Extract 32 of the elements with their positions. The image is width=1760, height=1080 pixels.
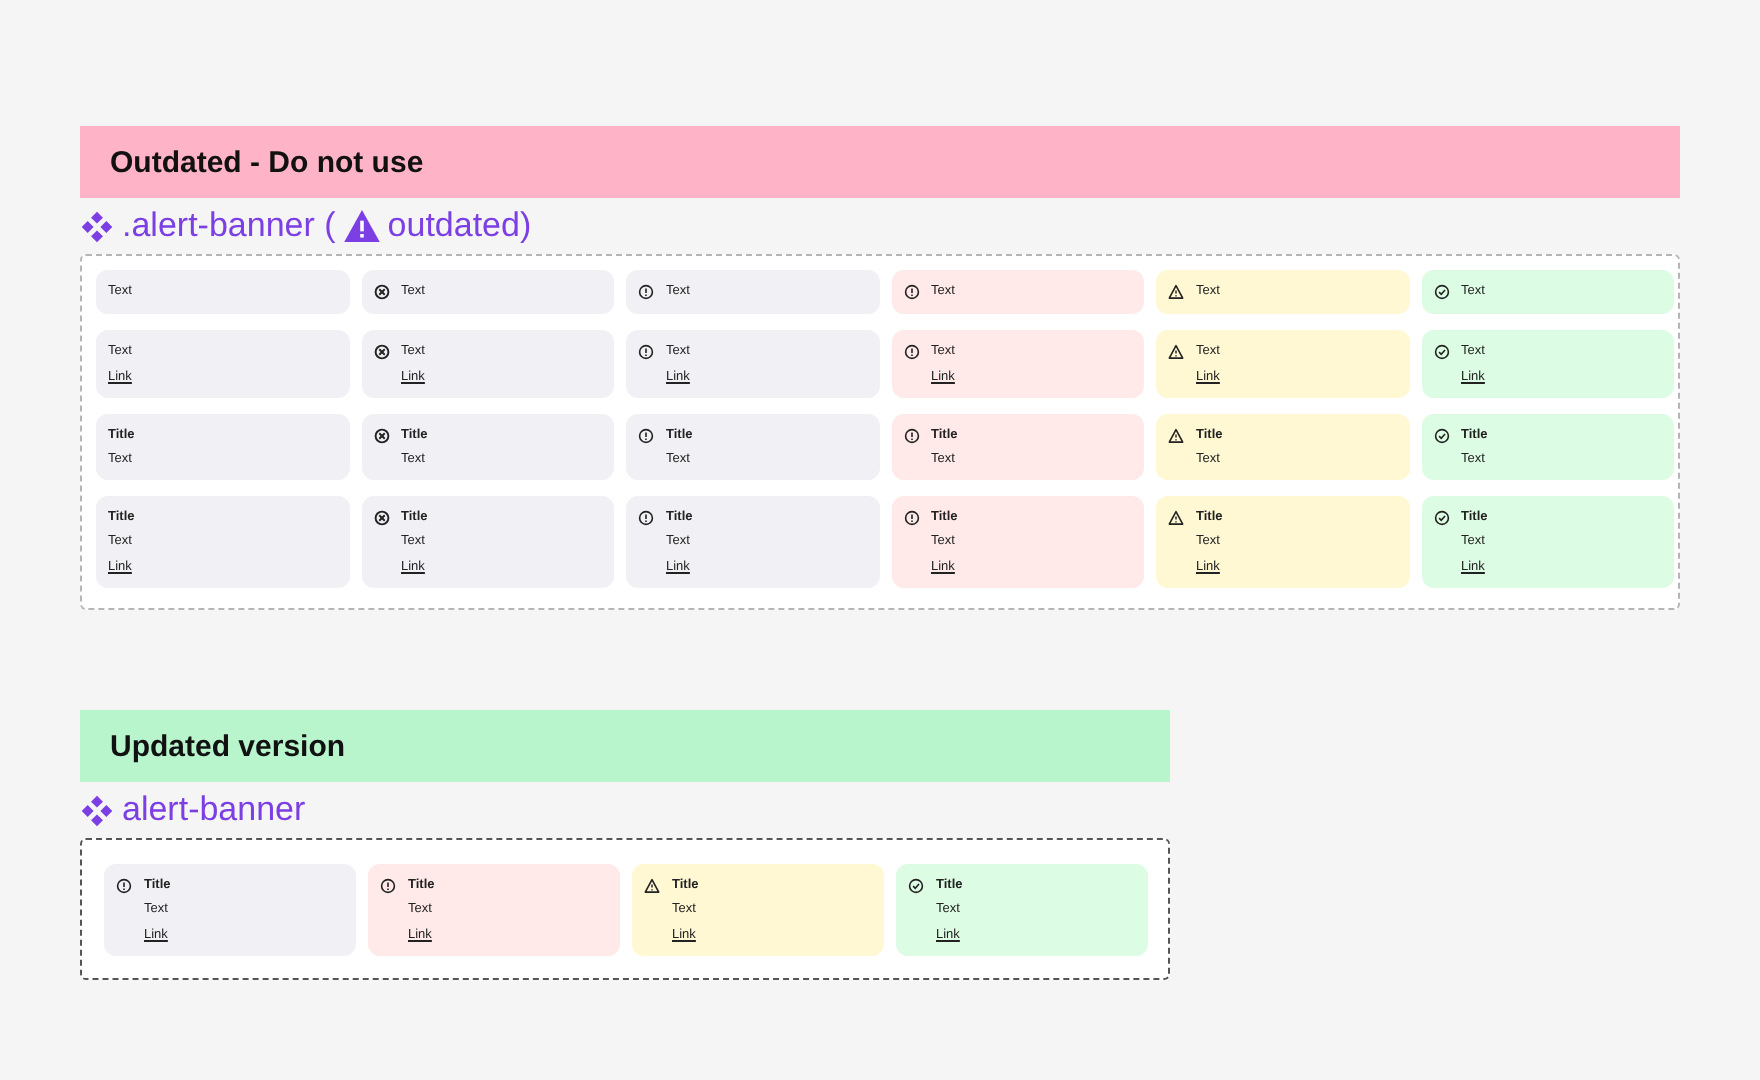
info-icon <box>638 428 654 444</box>
info-icon <box>903 284 919 300</box>
component-icon <box>80 793 114 827</box>
check-circle-icon <box>1433 344 1449 360</box>
close-circle-icon <box>373 344 389 360</box>
warning-icon <box>1168 428 1184 444</box>
component-status: outdated) <box>387 206 532 246</box>
warning-icon <box>1168 344 1184 360</box>
component-name: .alert-banner ( <box>122 206 336 246</box>
section-heading: Outdated - Do not use <box>80 126 1680 198</box>
info-icon <box>638 284 654 300</box>
warning-icon <box>644 878 660 894</box>
check-circle-icon <box>1433 428 1449 444</box>
section-heading: Updated version <box>80 710 1170 782</box>
info-icon <box>903 510 919 526</box>
warning-icon <box>1168 284 1184 300</box>
close-circle-icon <box>373 284 389 300</box>
check-circle-icon <box>908 878 924 894</box>
info-icon <box>380 878 396 894</box>
info-icon <box>638 344 654 360</box>
warning-icon <box>1168 510 1184 526</box>
info-icon <box>903 428 919 444</box>
warning-icon <box>343 210 380 242</box>
info-icon <box>116 878 132 894</box>
info-icon <box>638 510 654 526</box>
check-circle-icon <box>1433 510 1449 526</box>
component-name: alert-banner <box>122 790 306 830</box>
check-circle-icon <box>1433 284 1449 300</box>
info-icon <box>903 344 919 360</box>
component-icon <box>80 209 114 243</box>
close-circle-icon <box>373 428 389 444</box>
close-circle-icon <box>373 510 389 526</box>
